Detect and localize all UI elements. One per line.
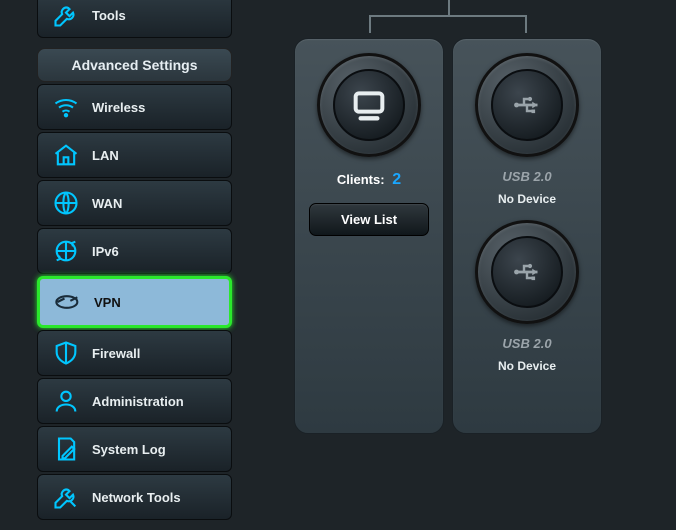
- usb-slot-1: USB 2.0 No Device: [453, 53, 601, 206]
- sidebar-item-lan[interactable]: LAN: [37, 132, 232, 178]
- sidebar-item-networktools[interactable]: Network Tools: [37, 474, 232, 520]
- sidebar-item-administration[interactable]: Administration: [37, 378, 232, 424]
- sidebar-item-label: LAN: [92, 148, 119, 163]
- sidebar-item-ipv6[interactable]: IPv6: [37, 228, 232, 274]
- connector: [448, 0, 450, 15]
- user-icon: [52, 387, 80, 415]
- sidebar-item-vpn[interactable]: VPN: [37, 276, 232, 328]
- sidebar-item-label: Wireless: [92, 100, 145, 115]
- vpn-icon: [54, 288, 82, 316]
- clients-count-line: Clients: 2: [295, 171, 443, 189]
- sidebar-item-label: Tools: [92, 8, 126, 23]
- globe-arrows-icon: [52, 237, 80, 265]
- usb-label: USB 2.0: [502, 336, 551, 351]
- document-edit-icon: [52, 435, 80, 463]
- sidebar-item-label: Firewall: [92, 346, 140, 361]
- sidebar-item-systemlog[interactable]: System Log: [37, 426, 232, 472]
- usb-icon: [475, 53, 579, 157]
- wifi-icon: [52, 93, 80, 121]
- connector: [369, 15, 527, 17]
- section-header-advanced: Advanced Settings: [37, 48, 232, 82]
- usb-status: No Device: [498, 192, 556, 206]
- tools-icon: [52, 483, 80, 511]
- home-icon: [52, 141, 80, 169]
- usb-slot-2: USB 2.0 No Device: [453, 220, 601, 373]
- sidebar-item-label: System Log: [92, 442, 166, 457]
- sidebar-item-firewall[interactable]: Firewall: [37, 330, 232, 376]
- shield-icon: [52, 339, 80, 367]
- clients-card: Clients: 2 View List: [294, 38, 444, 434]
- wrench-icon: [52, 1, 80, 29]
- monitor-icon: [317, 53, 421, 157]
- usb-card: USB 2.0 No Device USB 2.0: [452, 38, 602, 434]
- usb-icon: [475, 220, 579, 324]
- sidebar-item-label: VPN: [94, 295, 121, 310]
- sidebar-item-label: WAN: [92, 196, 122, 211]
- sidebar-item-label: Network Tools: [92, 490, 181, 505]
- sidebar-item-tools[interactable]: Tools: [37, 0, 232, 38]
- main-panel: Clients: 2 View List U: [254, 0, 676, 530]
- sidebar-item-label: IPv6: [92, 244, 119, 259]
- clients-label: Clients:: [337, 172, 385, 187]
- connector: [525, 15, 527, 33]
- sidebar-item-label: Administration: [92, 394, 184, 409]
- clients-count: 2: [392, 171, 401, 188]
- usb-status: No Device: [498, 359, 556, 373]
- connector: [369, 15, 371, 33]
- globe-icon: [52, 189, 80, 217]
- usb-label: USB 2.0: [502, 169, 551, 184]
- sidebar: Tools Advanced Settings Wireless LAN WAN…: [37, 0, 232, 520]
- view-list-button[interactable]: View List: [309, 203, 429, 236]
- sidebar-item-wan[interactable]: WAN: [37, 180, 232, 226]
- sidebar-item-wireless[interactable]: Wireless: [37, 84, 232, 130]
